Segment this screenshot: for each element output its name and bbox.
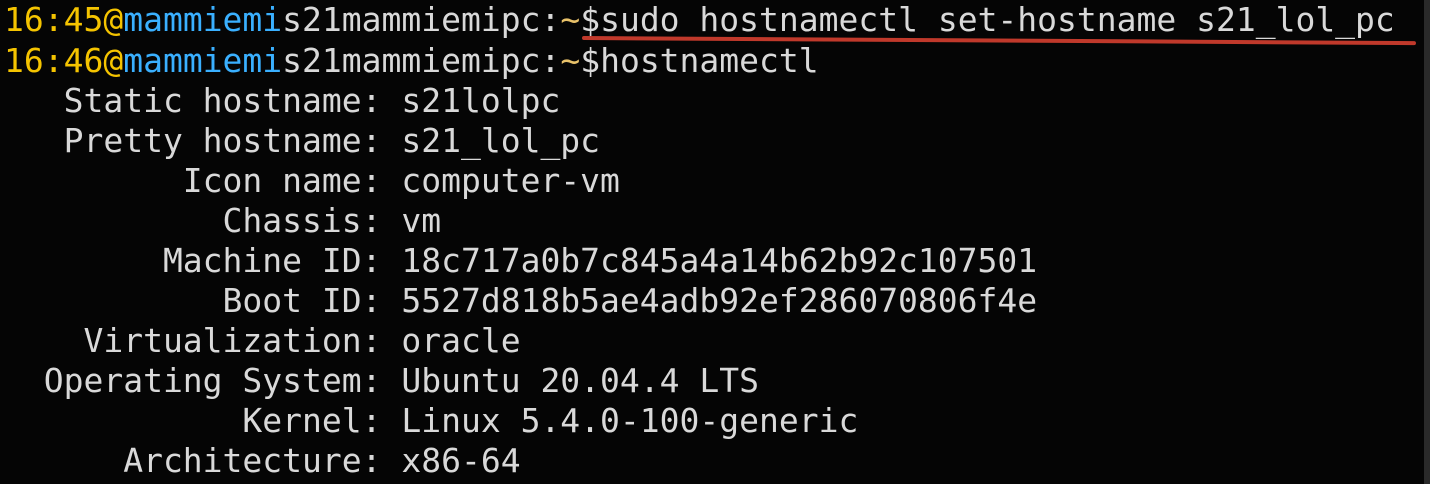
output-line-operating-system: Operating System: Ubuntu 20.04.4 LTS [4, 361, 759, 401]
prompt-user: mammiemi [123, 0, 283, 39]
output-line-virtualization: Virtualization: oracle [4, 321, 521, 361]
output-key: Boot ID: [4, 281, 382, 320]
command-text: hostnamectl [600, 41, 819, 80]
output-line-machine-id: Machine ID: 18c717a0b7c845a4a14b62b92c10… [4, 241, 1037, 281]
output-line-icon-name: Icon name: computer-vm [4, 161, 620, 201]
prompt-host: s21mammiemipc [282, 0, 541, 39]
prompt-at: @ [103, 0, 124, 39]
output-line-boot-id: Boot ID: 5527d818b5ae4adb92ef286070806f4… [4, 281, 1038, 321]
prompt-line-1: 16:45@mammiemis21mammiemipc:~$sudo hostn… [4, 0, 1395, 40]
output-key: Chassis: [4, 201, 382, 240]
prompt-colon: : [540, 0, 561, 39]
prompt-dollar: $ [580, 41, 601, 80]
output-line-architecture: Architecture: x86-64 [4, 441, 521, 481]
output-key: Icon name: [4, 161, 382, 200]
prompt-time: 16:46 [4, 41, 104, 80]
terminal-window[interactable]: 16:45@mammiemis21mammiemipc:~$sudo hostn… [0, 0, 1430, 484]
prompt-at: @ [103, 41, 124, 80]
prompt-tilde: ~ [560, 41, 581, 80]
prompt-user: mammiemi [123, 41, 283, 80]
output-value: s21_lol_pc [381, 121, 601, 160]
prompt-tilde: ~ [560, 0, 581, 39]
prompt-dollar: $ [580, 0, 601, 39]
output-value: Ubuntu 20.04.4 LTS [381, 361, 759, 400]
output-key: Kernel: [4, 401, 382, 440]
output-value: 5527d818b5ae4adb92ef286070806f4e [381, 281, 1038, 320]
output-key: Virtualization: [4, 321, 382, 360]
output-value: 18c717a0b7c845a4a14b62b92c107501 [381, 241, 1038, 280]
output-key: Architecture: [4, 441, 382, 480]
output-value: vm [381, 201, 442, 240]
output-value: s21lolpc [381, 81, 561, 120]
output-line-kernel: Kernel: Linux 5.4.0-100-generic [4, 401, 858, 441]
command-text: sudo hostnamectl set-hostname s21_lol_pc [600, 0, 1395, 39]
prompt-host: s21mammiemipc [282, 41, 541, 80]
output-key: Pretty hostname: [4, 121, 382, 160]
output-value: Linux 5.4.0-100-generic [381, 401, 859, 440]
prompt-line-2: 16:46@mammiemis21mammiemipc:~$hostnamect… [4, 41, 819, 81]
output-key: Machine ID: [4, 241, 382, 280]
output-line-pretty-hostname: Pretty hostname: s21_lol_pc [4, 121, 600, 161]
output-key: Static hostname: [4, 81, 382, 120]
prompt-time: 16:45 [4, 0, 104, 39]
output-line-chassis: Chassis: vm [4, 201, 442, 241]
output-value: computer-vm [381, 161, 620, 200]
output-value: oracle [381, 321, 521, 360]
output-key: Operating System: [4, 361, 382, 400]
output-value: x86-64 [381, 441, 521, 480]
output-line-static-hostname: Static hostname: s21lolpc [4, 81, 561, 121]
prompt-colon: : [540, 41, 561, 80]
